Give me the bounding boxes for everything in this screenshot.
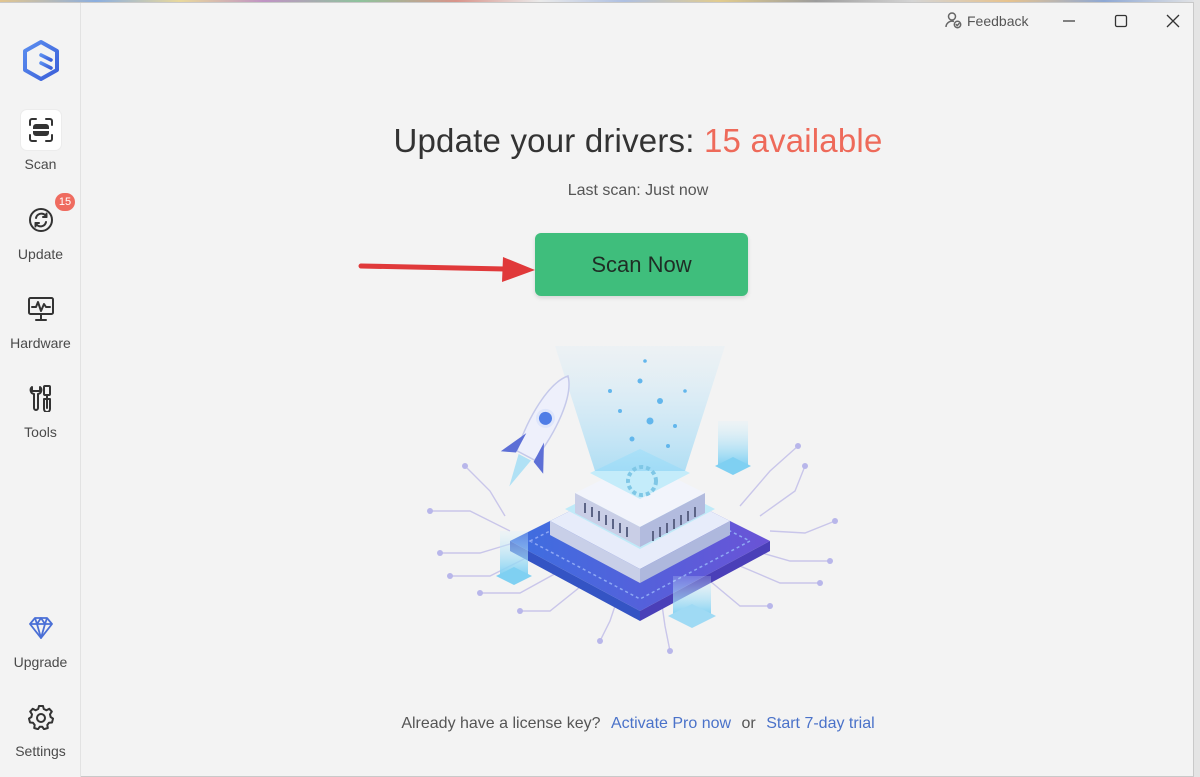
update-icon <box>21 200 61 240</box>
maximize-icon <box>1114 14 1128 28</box>
window-edge <box>1194 0 1200 777</box>
hardware-icon <box>21 289 61 329</box>
scan-icon <box>20 110 61 150</box>
sidebar-item-tools[interactable]: Tools <box>0 378 81 454</box>
sidebar: Scan 15 Update Hardware Tools Upgrade Se… <box>0 3 81 777</box>
sidebar-item-label: Settings <box>15 743 66 759</box>
diamond-icon <box>21 608 61 648</box>
last-scan-status: Last scan: Just now <box>567 182 709 199</box>
activate-pro-link[interactable]: Activate Pro now <box>611 715 731 732</box>
app-window: Scan 15 Update Hardware Tools Upgrade Se… <box>0 2 1194 777</box>
feedback-label: Feedback <box>967 13 1029 29</box>
sidebar-item-label: Upgrade <box>13 654 68 670</box>
feedback-icon <box>944 11 962 32</box>
minimize-icon <box>1063 20 1075 22</box>
sidebar-item-hardware[interactable]: Hardware <box>0 289 81 365</box>
red-arrow-annotation <box>358 257 535 282</box>
page-title: Update your drivers: 15 available <box>82 122 1194 160</box>
app-logo <box>21 39 61 83</box>
sidebar-item-scan[interactable]: Scan <box>0 110 81 186</box>
sidebar-item-label: Tools <box>24 424 57 440</box>
sidebar-item-upgrade[interactable]: Upgrade <box>0 608 81 684</box>
update-count-badge: 15 <box>55 193 75 211</box>
close-button[interactable] <box>1153 7 1193 35</box>
sidebar-item-settings[interactable]: Settings <box>0 697 81 773</box>
start-trial-link[interactable]: Start 7-day trial <box>766 715 874 732</box>
scan-illustration <box>427 346 838 654</box>
close-icon <box>1166 14 1180 28</box>
sidebar-item-label: Hardware <box>10 335 71 351</box>
license-footer: Already have a license key? Activate Pro… <box>82 715 1194 733</box>
sidebar-item-label: Update <box>17 246 64 262</box>
maximize-button[interactable] <box>1101 7 1141 35</box>
scan-now-button[interactable]: Scan Now <box>535 233 748 296</box>
sidebar-item-update[interactable]: 15 Update <box>0 193 81 276</box>
tools-icon <box>21 378 61 418</box>
headline-prefix: Update your drivers: <box>393 122 704 159</box>
feedback-button[interactable]: Feedback <box>944 11 1028 31</box>
available-count: 15 available <box>703 122 883 159</box>
gear-icon <box>21 697 61 737</box>
or-text: or <box>741 715 756 732</box>
minimize-button[interactable] <box>1049 7 1089 35</box>
sidebar-item-label: Scan <box>24 156 57 172</box>
license-prompt: Already have a license key? <box>401 715 601 732</box>
